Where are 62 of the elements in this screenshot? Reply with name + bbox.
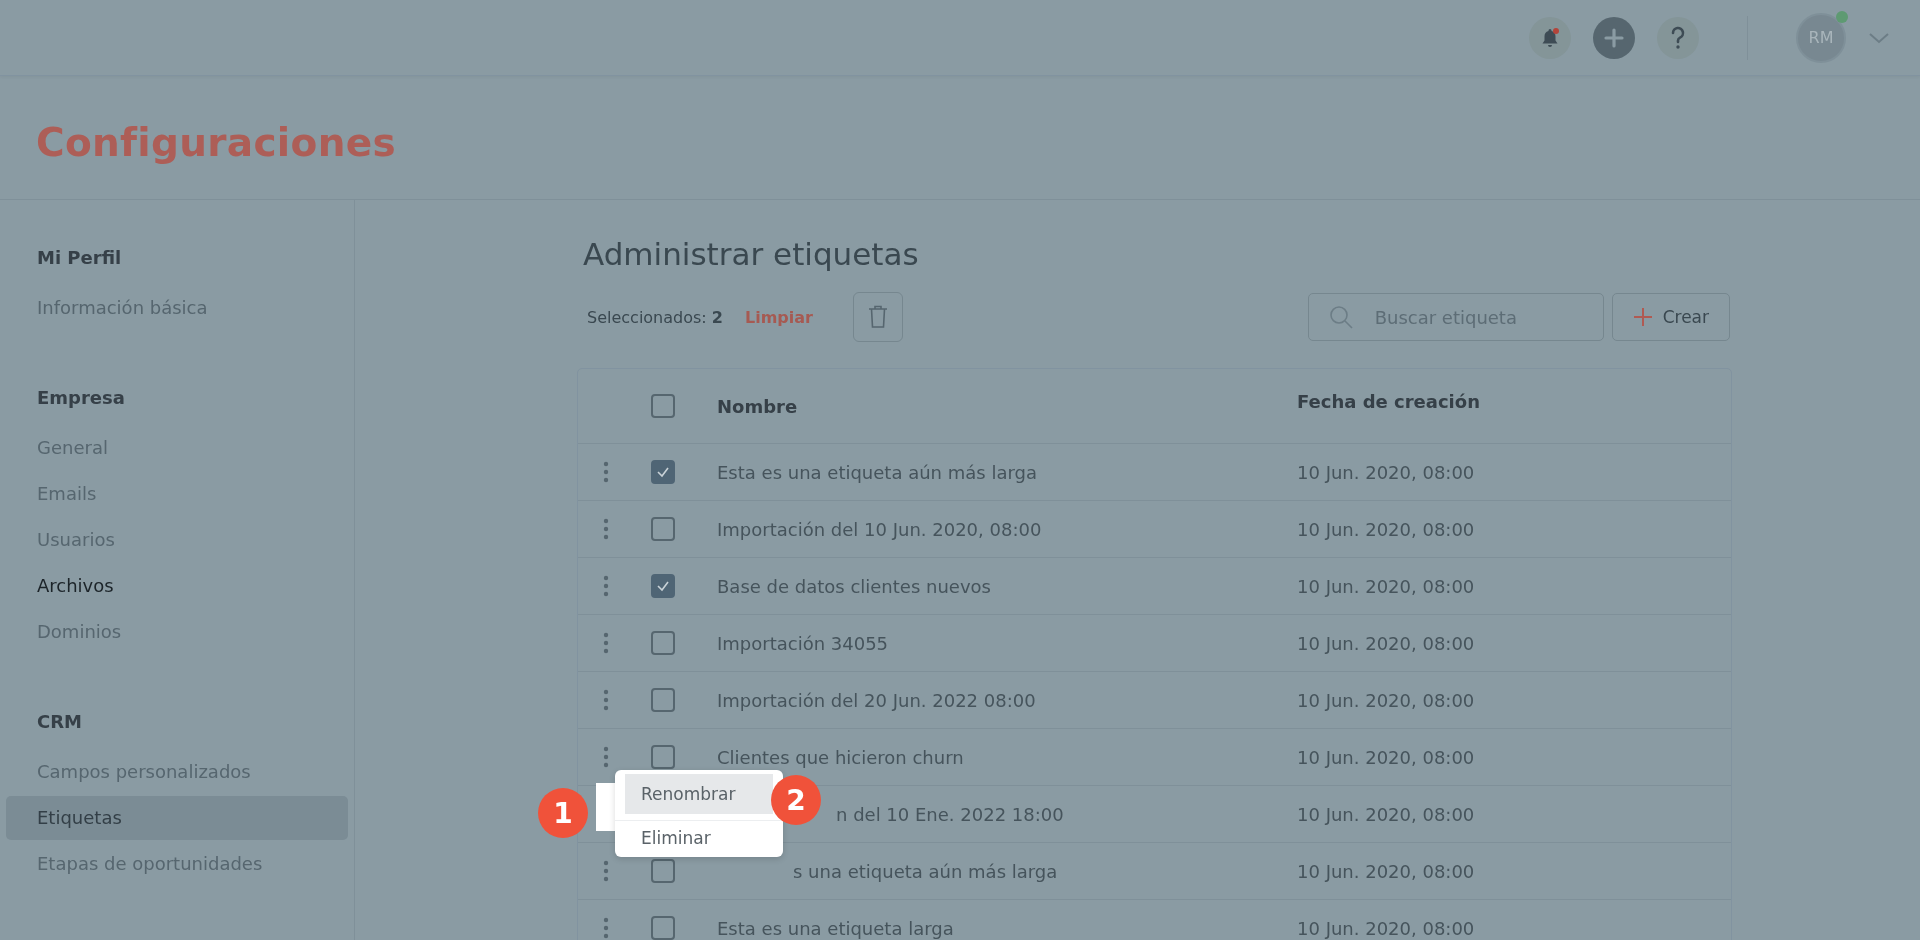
clear-link[interactable]: Limpiar — [744, 307, 813, 327]
more-options-icon[interactable] — [603, 917, 609, 939]
tag-name: Esta es una etiqueta aún más larga — [717, 461, 1037, 483]
select-all-checkbox[interactable] — [650, 394, 675, 418]
tag-name: Importación 34055 — [717, 632, 889, 654]
tag-name: Clientes que hicieron churn — [717, 746, 964, 768]
creation-date: 10 Jun. 2020, 08:00 — [1297, 860, 1475, 882]
row-checkbox[interactable] — [650, 517, 675, 541]
checkmark-icon — [655, 466, 670, 478]
search-icon — [1327, 304, 1354, 330]
row-checkbox[interactable] — [650, 688, 675, 712]
column-header: Fecha de creación — [1297, 390, 1480, 412]
step-number-badge: 1 — [538, 788, 588, 838]
tag-name: Base de datos clientes nuevos — [717, 575, 991, 597]
sidebar-item[interactable]: Etiquetas — [6, 796, 348, 840]
more-options-icon[interactable] — [603, 632, 609, 654]
tag-name: Importación del 20 Jun. 2022 08:00 — [717, 689, 1036, 711]
more-options-icon[interactable] — [603, 689, 609, 711]
sidebar-section-title: Empresa — [36, 386, 126, 410]
menu-item[interactable]: Renombrar — [625, 774, 773, 814]
creation-date: 10 Jun. 2020, 08:00 — [1297, 575, 1475, 597]
checkmark-icon — [655, 580, 670, 592]
more-options-icon[interactable] — [603, 518, 609, 540]
help-button[interactable] — [1657, 16, 1699, 59]
create-button[interactable]: Crear — [1611, 293, 1730, 341]
plus-icon — [1603, 26, 1625, 49]
notifications-button[interactable] — [1529, 16, 1571, 59]
creation-date: 10 Jun. 2020, 08:00 — [1297, 689, 1475, 711]
more-options-icon[interactable] — [603, 461, 609, 483]
tag-name: n del 10 Ene. 2022 18:00 — [835, 803, 1064, 825]
more-options-icon[interactable] — [603, 860, 609, 882]
tag-name: Importación del 10 Jun. 2020, 08:00 — [717, 518, 1042, 540]
column-header: Nombre — [717, 395, 798, 417]
creation-date: 10 Jun. 2020, 08:00 — [1297, 917, 1475, 939]
row-checkbox[interactable] — [650, 631, 675, 655]
sidebar-item[interactable]: Archivos — [6, 564, 348, 608]
row-checkbox[interactable] — [650, 859, 675, 883]
more-options-icon[interactable] — [603, 575, 609, 597]
trash-icon — [866, 304, 889, 330]
chevron-down-icon[interactable] — [1868, 30, 1890, 45]
tag-name: s una etiqueta aún más larga — [792, 860, 1058, 882]
tag-name: Esta es una etiqueta larga — [717, 917, 954, 939]
row-checkbox[interactable] — [650, 460, 675, 484]
creation-date: 10 Jun. 2020, 08:00 — [1297, 461, 1475, 483]
creation-date: 10 Jun. 2020, 08:00 — [1297, 746, 1475, 768]
delete-button[interactable] — [852, 292, 903, 342]
section-heading: Administrar etiquetas — [583, 236, 920, 272]
creation-date: 10 Jun. 2020, 08:00 — [1297, 518, 1475, 540]
more-options-icon[interactable] — [603, 746, 609, 768]
row-checkbox[interactable] — [650, 916, 675, 940]
sidebar-section-title: Mi Perfil — [36, 246, 123, 270]
page-title: Configuraciones — [36, 120, 396, 165]
step-number-badge: 2 — [771, 775, 821, 825]
row-checkbox[interactable] — [650, 574, 675, 598]
question-mark-icon — [1669, 25, 1687, 50]
plus-icon — [1632, 307, 1653, 327]
creation-date: 10 Jun. 2020, 08:00 — [1297, 803, 1475, 825]
creation-date: 10 Jun. 2020, 08:00 — [1297, 632, 1475, 654]
selection-count: Seleccionados: 2 — [587, 307, 723, 327]
add-button[interactable] — [1593, 16, 1635, 59]
sidebar-section-title: CRM — [36, 710, 83, 734]
menu-item[interactable]: Eliminar — [615, 820, 783, 855]
